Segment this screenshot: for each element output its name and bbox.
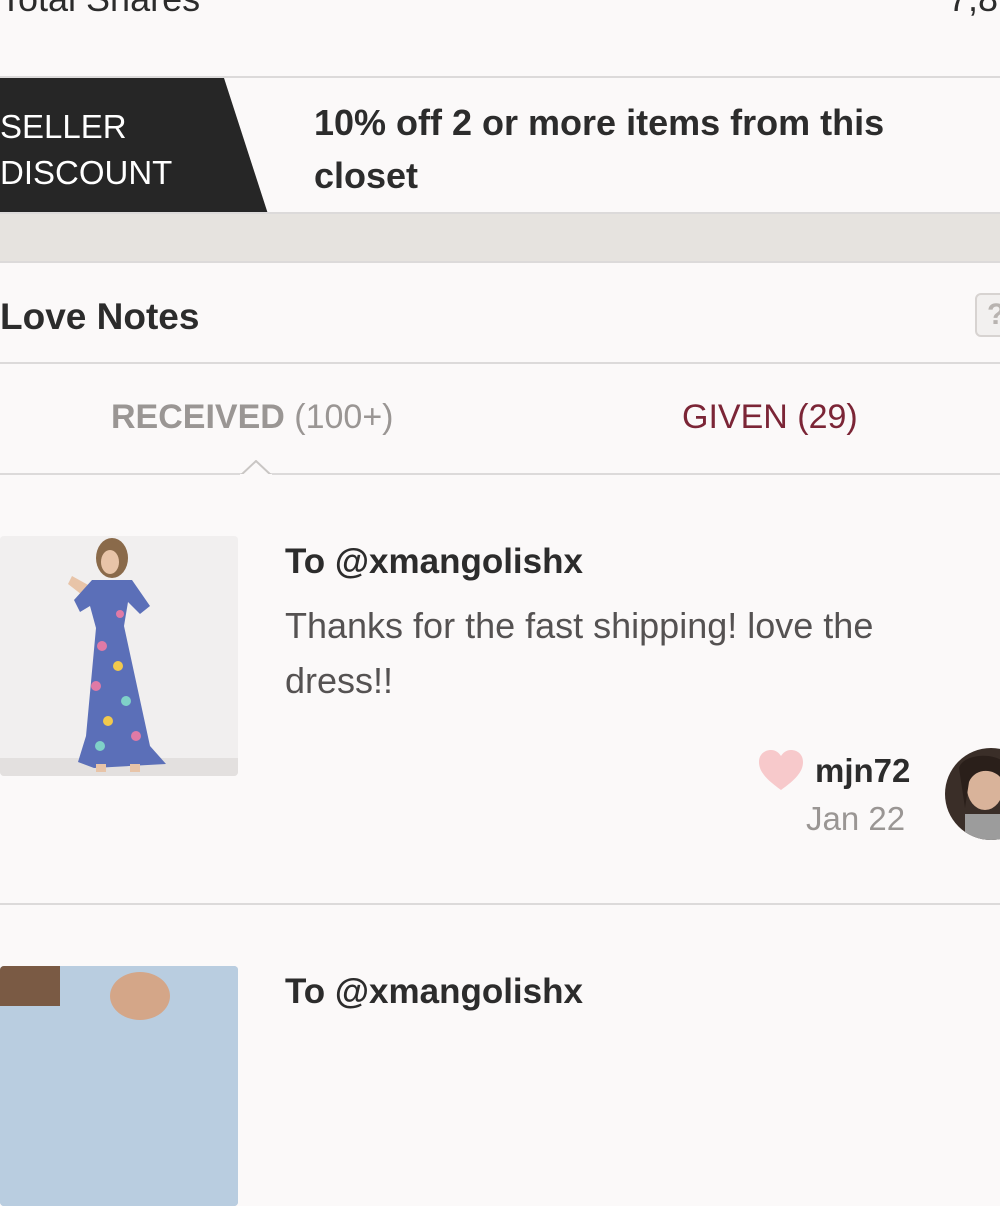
note-date: Jan 22 bbox=[806, 800, 906, 837]
section-separator bbox=[0, 214, 1000, 261]
item-photo bbox=[0, 966, 238, 1206]
love-notes-title: Love Notes bbox=[0, 296, 200, 337]
note-item-thumbnail[interactable] bbox=[0, 966, 238, 1206]
dress-photo bbox=[0, 536, 238, 776]
avatar[interactable] bbox=[945, 748, 1000, 840]
tab-received-count: (100+) bbox=[294, 398, 394, 436]
tab-received-label: RECEIVED bbox=[111, 398, 285, 436]
note-recipient[interactable]: To @xmangolishx bbox=[285, 972, 583, 1012]
tab-received[interactable]: RECEIVED (100+) bbox=[111, 398, 394, 437]
tab-given-label: GIVEN bbox=[682, 398, 788, 436]
badge-line-2: DISCOUNT bbox=[0, 154, 173, 191]
divider bbox=[0, 903, 1000, 905]
tab-given[interactable]: GIVEN (29) bbox=[682, 398, 858, 437]
stats-label: Total Shares bbox=[0, 0, 200, 20]
divider bbox=[0, 261, 1000, 263]
stats-value: 7,8 bbox=[948, 0, 998, 20]
badge-line-1: SELLER bbox=[0, 108, 127, 145]
note-item-thumbnail[interactable] bbox=[0, 536, 238, 776]
divider bbox=[0, 362, 1000, 364]
heart-icon bbox=[759, 750, 803, 790]
tabs-underline bbox=[0, 473, 1000, 475]
stats-row: Total Shares 7,8 bbox=[0, 0, 1000, 76]
note-author-username[interactable]: mjn72 bbox=[815, 752, 910, 790]
note-message: Thanks for the fast shipping! love the d… bbox=[285, 605, 874, 701]
selected-tab-pointer bbox=[240, 460, 272, 476]
help-button[interactable]: ? bbox=[975, 293, 1000, 337]
seller-discount-text: 10% off 2 or more items from this closet bbox=[314, 102, 885, 196]
seller-discount-badge-label: SELLER DISCOUNT bbox=[0, 104, 230, 196]
tab-given-count: (29) bbox=[797, 398, 858, 436]
note-recipient[interactable]: To @xmangolishx bbox=[285, 542, 583, 582]
